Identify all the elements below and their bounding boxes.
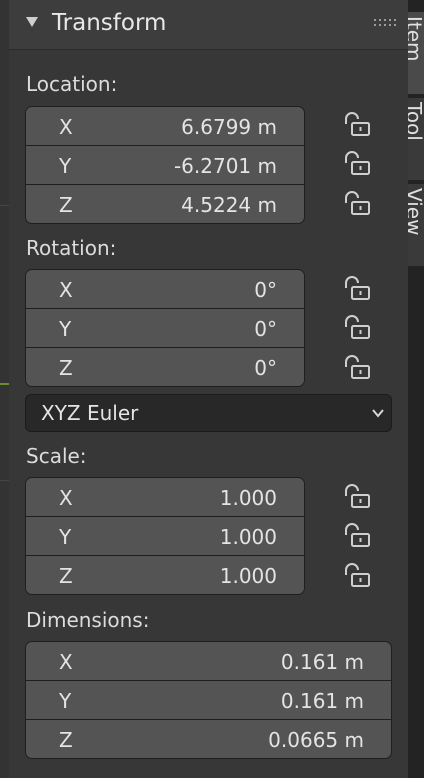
- transform-panel-header[interactable]: Transform: [9, 0, 408, 50]
- tab-tool[interactable]: Tool: [408, 98, 424, 180]
- field-value: 0°: [254, 317, 277, 341]
- unlocked-padlock-icon[interactable]: [343, 112, 371, 136]
- sidebar-tabs: Item Tool View: [408, 0, 424, 778]
- axis-label: Z: [59, 564, 73, 588]
- scale-label: Scale:: [26, 444, 87, 468]
- axis-label: Z: [59, 193, 73, 217]
- rotation-z-field[interactable]: Z 0°: [26, 348, 304, 386]
- axis-label: Y: [59, 154, 72, 178]
- field-value: 1.000: [219, 486, 277, 510]
- unlocked-padlock-icon[interactable]: [343, 191, 371, 215]
- panel-title: Transform: [52, 10, 167, 36]
- axis-label: Z: [59, 728, 73, 752]
- axis-label: X: [59, 278, 73, 302]
- axis-label: X: [59, 650, 73, 674]
- location-fields: X 6.6799 m Y -6.2701 m Z 4.5224 m: [25, 106, 305, 224]
- axis-label: X: [59, 115, 73, 139]
- tab-label: View: [408, 188, 424, 236]
- unlocked-padlock-icon[interactable]: [343, 523, 371, 547]
- rotation-label: Rotation:: [26, 236, 117, 260]
- unlocked-padlock-icon[interactable]: [343, 563, 371, 587]
- rotation-x-field[interactable]: X 0°: [26, 270, 304, 308]
- rotation-y-field[interactable]: Y 0°: [26, 309, 304, 347]
- scale-z-field[interactable]: Z 1.000: [26, 556, 304, 594]
- axis-label: Z: [59, 356, 73, 380]
- tab-item[interactable]: Item: [408, 12, 424, 94]
- dimensions-label: Dimensions:: [26, 608, 150, 632]
- axis-label: Y: [59, 525, 72, 549]
- field-value: -6.2701 m: [173, 154, 277, 178]
- location-z-field[interactable]: Z 4.5224 m: [26, 185, 304, 223]
- field-value: 4.5224 m: [181, 193, 277, 217]
- location-label: Location:: [26, 72, 118, 96]
- grip-icon[interactable]: [374, 19, 396, 29]
- tab-label: Item: [408, 16, 424, 62]
- rotation-mode-value: XYZ Euler: [41, 401, 139, 425]
- axis-label: Y: [59, 689, 72, 713]
- field-value: 0.0665 m: [268, 728, 364, 752]
- axis-label: X: [59, 486, 73, 510]
- tab-view[interactable]: View: [408, 184, 424, 266]
- dimensions-z-field[interactable]: Z 0.0665 m: [26, 720, 391, 758]
- field-value: 6.6799 m: [181, 115, 277, 139]
- axis-label: Y: [59, 317, 72, 341]
- field-value: 0.161 m: [280, 689, 364, 713]
- dimensions-y-field[interactable]: Y 0.161 m: [26, 681, 391, 719]
- field-value: 1.000: [219, 525, 277, 549]
- dimensions-x-field[interactable]: X 0.161 m: [26, 642, 391, 680]
- field-value: 0°: [254, 356, 277, 380]
- location-y-field[interactable]: Y -6.2701 m: [26, 146, 304, 184]
- unlocked-padlock-icon[interactable]: [343, 355, 371, 379]
- unlocked-padlock-icon[interactable]: [343, 315, 371, 339]
- field-value: 1.000: [219, 564, 277, 588]
- field-value: 0°: [254, 278, 277, 302]
- chevron-down-icon: [372, 409, 384, 418]
- unlocked-padlock-icon[interactable]: [343, 276, 371, 300]
- tab-label: Tool: [408, 102, 424, 141]
- rotation-mode-select[interactable]: XYZ Euler: [25, 394, 392, 432]
- rotation-fields: X 0° Y 0° Z 0°: [25, 269, 305, 387]
- scale-y-field[interactable]: Y 1.000: [26, 517, 304, 555]
- dimensions-fields: X 0.161 m Y 0.161 m Z 0.0665 m: [25, 641, 392, 759]
- scale-fields: X 1.000 Y 1.000 Z 1.000: [25, 477, 305, 595]
- unlocked-padlock-icon[interactable]: [343, 484, 371, 508]
- field-value: 0.161 m: [280, 650, 364, 674]
- triangle-down-icon[interactable]: [26, 17, 38, 27]
- location-x-field[interactable]: X 6.6799 m: [26, 107, 304, 145]
- unlocked-padlock-icon[interactable]: [343, 151, 371, 175]
- scale-x-field[interactable]: X 1.000: [26, 478, 304, 516]
- viewport-edge: [0, 0, 9, 778]
